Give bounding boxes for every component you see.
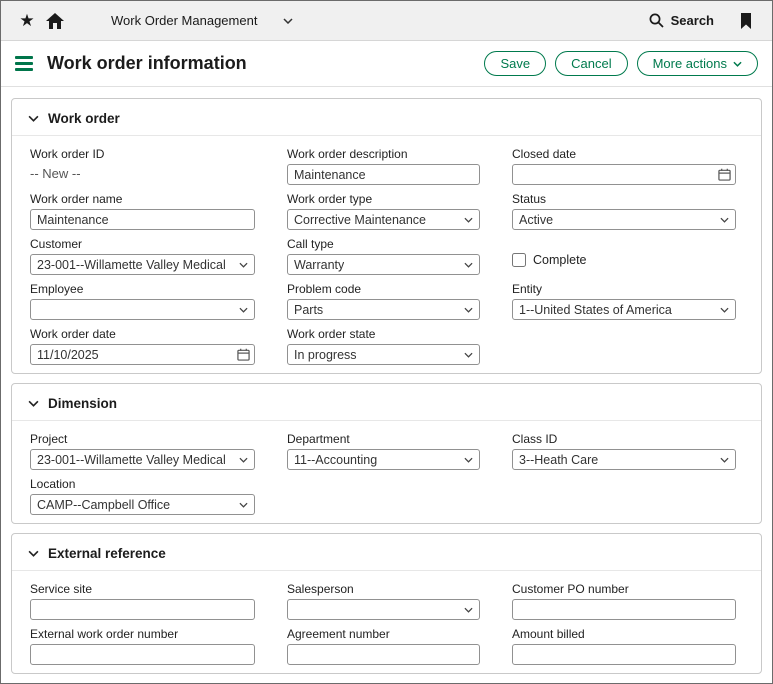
field-problem-code: Problem code Parts [287, 271, 480, 316]
chevron-down-icon [239, 307, 248, 313]
topbar-right: Search [649, 7, 760, 35]
chevron-down-icon [239, 457, 248, 463]
field-customer: Customer 23-001--Willamette Valley Medic… [30, 226, 255, 271]
chevron-down-icon [464, 307, 473, 313]
bookmark-icon[interactable] [732, 7, 760, 35]
module-switcher[interactable]: Work Order Management [111, 13, 293, 28]
work-order-id-value: -- New -- [30, 166, 255, 181]
form-content: Work order Work order ID -- New -- Work … [1, 87, 772, 684]
amount-billed-input[interactable] [512, 644, 736, 665]
field-class-id: Class ID 3--Heath Care [512, 421, 736, 466]
more-actions-button[interactable]: More actions [637, 51, 758, 77]
field-call-type: Call type Warranty [287, 226, 480, 271]
section-title: Work order [48, 111, 120, 126]
work-order-date-input[interactable] [30, 344, 255, 365]
search-label: Search [671, 13, 714, 28]
collapse-chevron-icon [28, 115, 39, 122]
chevron-down-icon [464, 352, 473, 358]
save-button[interactable]: Save [484, 51, 546, 77]
chevron-down-icon [464, 457, 473, 463]
field-closed-date: Closed date [512, 136, 736, 181]
field-location: Location CAMP--Campbell Office [30, 466, 255, 511]
module-name: Work Order Management [111, 13, 257, 28]
header-actions: Save Cancel More actions [484, 51, 758, 77]
section-external-reference-header[interactable]: External reference [12, 534, 761, 571]
chevron-down-icon [239, 262, 248, 268]
chevron-down-icon [464, 607, 473, 613]
chevron-down-icon [464, 262, 473, 268]
work-order-name-input[interactable] [30, 209, 255, 230]
section-title: Dimension [48, 396, 117, 411]
field-department: Department 11--Accounting [287, 421, 480, 466]
section-dimension-body: Project 23-001--Willamette Valley Medica… [12, 421, 761, 523]
class-id-select[interactable]: 3--Heath Care [512, 449, 736, 470]
top-bar: ★ Work Order Management Search [1, 1, 772, 41]
chevron-down-icon [239, 502, 248, 508]
section-external-reference: External reference Service site External… [11, 533, 762, 674]
field-amount-billed: Amount billed [512, 616, 736, 661]
search-button[interactable]: Search [649, 13, 714, 28]
chevron-down-icon [283, 18, 293, 24]
chevron-down-icon [464, 217, 473, 223]
chevron-down-icon [720, 307, 729, 313]
field-employee: Employee [30, 271, 255, 316]
agreement-number-input[interactable] [287, 644, 480, 665]
home-icon[interactable] [41, 7, 69, 35]
chevron-down-icon [720, 457, 729, 463]
cancel-button[interactable]: Cancel [555, 51, 627, 77]
work-order-state-select[interactable]: In progress [287, 344, 480, 365]
section-external-reference-body: Service site External work order number … [12, 571, 761, 673]
field-work-order-description: Work order description [287, 136, 480, 181]
field-external-work-order-number: External work order number [30, 616, 255, 661]
field-work-order-state: Work order state In progress [287, 316, 480, 361]
field-salesperson: Salesperson [287, 571, 480, 616]
search-icon [649, 13, 664, 28]
field-work-order-type: Work order type Corrective Maintenance [287, 181, 480, 226]
record-list-icon[interactable] [15, 56, 33, 71]
external-work-order-number-input[interactable] [30, 644, 255, 665]
chevron-down-icon [733, 61, 742, 67]
service-site-input[interactable] [30, 599, 255, 620]
field-entity: Entity 1--United States of America [512, 271, 736, 316]
section-dimension-header[interactable]: Dimension [12, 384, 761, 421]
section-title: External reference [48, 546, 166, 561]
field-work-order-name: Work order name [30, 181, 255, 226]
section-work-order-body: Work order ID -- New -- Work order name … [12, 136, 761, 373]
calendar-icon[interactable] [237, 348, 250, 361]
section-dimension: Dimension Project 23-001--Willamette Val… [11, 383, 762, 524]
section-work-order: Work order Work order ID -- New -- Work … [11, 98, 762, 374]
work-order-description-input[interactable] [287, 164, 480, 185]
field-complete: Complete [512, 226, 736, 271]
field-work-order-date: Work order date [30, 316, 255, 361]
page-header: Work order information Save Cancel More … [1, 41, 772, 87]
favorites-star-icon[interactable]: ★ [13, 7, 41, 35]
page-title: Work order information [47, 53, 247, 74]
entity-select[interactable]: 1--United States of America [512, 299, 736, 320]
calendar-icon[interactable] [718, 168, 731, 181]
collapse-chevron-icon [28, 550, 39, 557]
department-select[interactable]: 11--Accounting [287, 449, 480, 470]
section-work-order-header[interactable]: Work order [12, 99, 761, 136]
location-select[interactable]: CAMP--Campbell Office [30, 494, 255, 515]
closed-date-input[interactable] [512, 164, 736, 185]
customer-po-number-input[interactable] [512, 599, 736, 620]
field-work-order-id: Work order ID -- New -- [30, 136, 255, 181]
field-customer-po-number: Customer PO number [512, 571, 736, 616]
field-service-site: Service site [30, 571, 255, 616]
chevron-down-icon [720, 217, 729, 223]
complete-checkbox[interactable] [512, 253, 526, 267]
field-status: Status Active [512, 181, 736, 226]
collapse-chevron-icon [28, 400, 39, 407]
field-project: Project 23-001--Willamette Valley Medica… [30, 421, 255, 466]
app-window: ★ Work Order Management Search Work orde… [0, 0, 773, 684]
field-agreement-number: Agreement number [287, 616, 480, 661]
